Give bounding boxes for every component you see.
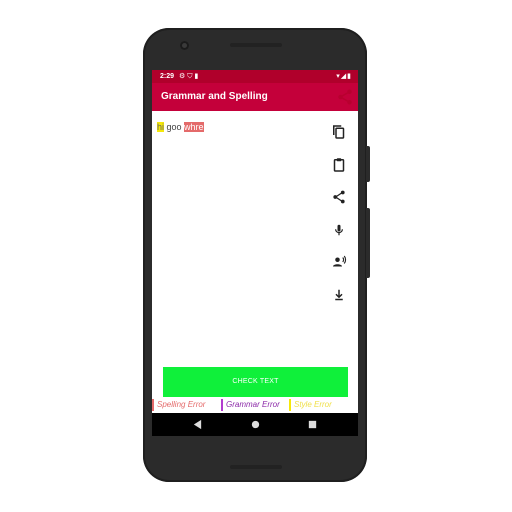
home-icon[interactable] <box>250 419 261 430</box>
top-speaker <box>230 43 282 47</box>
check-text-button[interactable]: CHECK TEXT <box>163 367 348 397</box>
mic-icon[interactable] <box>330 221 348 239</box>
share-icon[interactable] <box>330 188 348 206</box>
download-icon[interactable] <box>330 286 348 304</box>
spelling-error-word[interactable]: whre <box>184 122 204 132</box>
phone-screen: 2:29 ⚙⛉▮ ▾◢▮ Grammar and Spelling hi goo… <box>152 70 358 436</box>
share-icon[interactable] <box>336 88 354 106</box>
speak-icon[interactable] <box>330 253 348 271</box>
legend-style-error: Style Error <box>289 399 332 411</box>
shield-icon: ⛉ <box>187 73 195 80</box>
status-time: 2:29 <box>160 73 175 80</box>
bottom-speaker <box>230 465 282 469</box>
sd-card-icon: ▮ <box>194 73 201 80</box>
copy-icon[interactable] <box>330 123 348 141</box>
text-editor[interactable]: hi goo whre <box>157 122 204 132</box>
content-area: hi goo whre <box>152 111 358 373</box>
status-bar: 2:29 ⚙⛉▮ ▾◢▮ <box>152 70 358 83</box>
paste-icon[interactable] <box>330 156 348 174</box>
app-bar: Grammar and Spelling <box>152 83 358 111</box>
legend-grammar-error: Grammar Error <box>221 399 280 411</box>
legend-spelling-error: Spelling Error <box>152 399 205 411</box>
front-camera <box>180 41 189 50</box>
error-legend: Spelling Error Grammar Error Style Error <box>152 398 358 412</box>
status-left-icons: ⚙⛉▮ <box>179 70 200 83</box>
power-button <box>366 146 370 182</box>
app-title: Grammar and Spelling <box>161 91 268 102</box>
battery-icon: ▮ <box>347 73 352 80</box>
back-icon[interactable] <box>192 419 203 430</box>
plain-word: goo <box>164 122 185 132</box>
style-error-word[interactable]: hi <box>157 122 165 132</box>
navigation-bar <box>152 413 358 436</box>
recent-apps-icon[interactable] <box>307 419 318 430</box>
volume-button <box>366 208 370 278</box>
status-right-icons: ▾◢▮ <box>336 70 352 83</box>
